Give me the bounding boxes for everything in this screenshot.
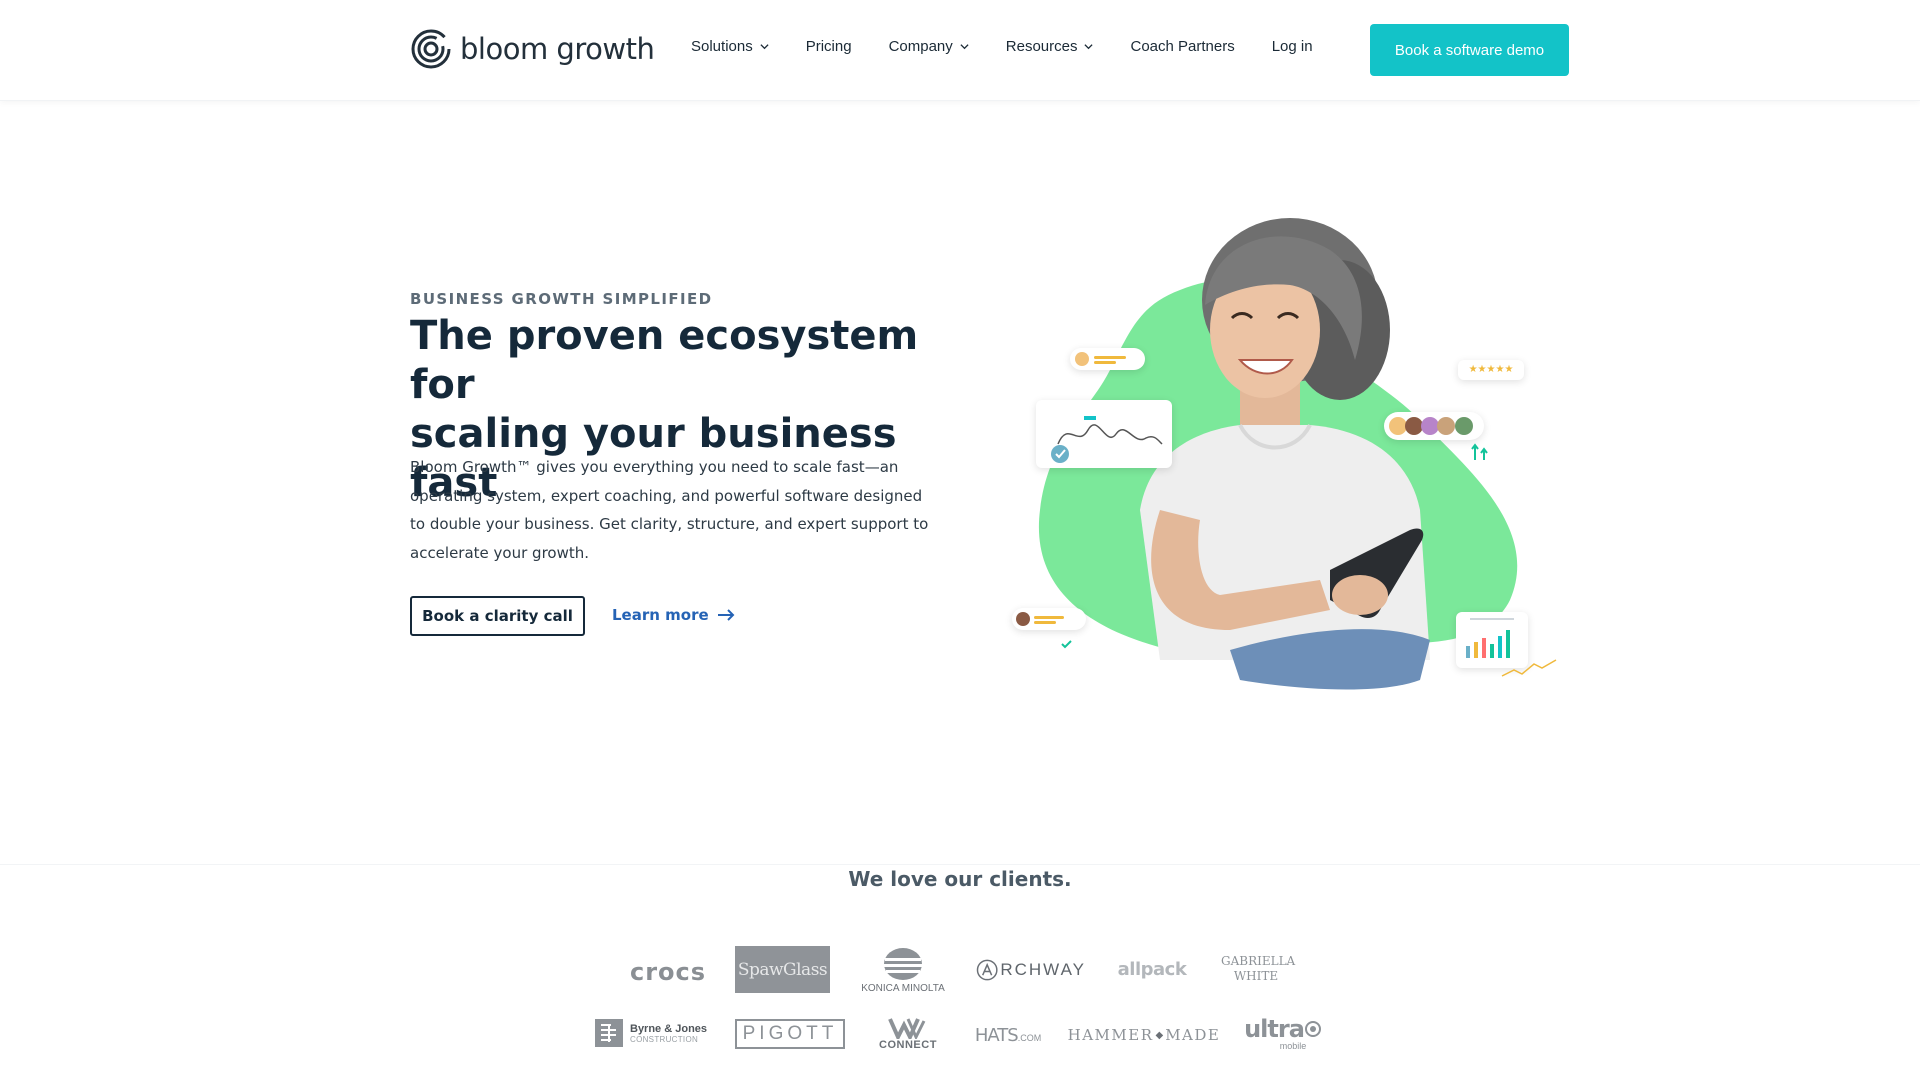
made-text: MADE [1165,1026,1221,1044]
trend-line-icon [1501,659,1557,677]
client-logo-hammer-made: HAMMER ◆ MADE [1068,1022,1219,1048]
site-header: bloom growth Solutions Pricing Company R… [0,0,1920,101]
main-nav: Solutions Pricing Company Resources Coac… [691,38,1313,55]
ultra-signal-icon [1304,1021,1321,1037]
team-avatars-icon [1389,417,1473,435]
byrne-jones-text: Byrne & Jones CONSTRUCTION [630,1023,707,1044]
rating-card: ★★★★★ [1458,360,1524,380]
client-logo-byrne-jones: Byrne & Jones CONSTRUCTION [594,1016,710,1050]
hero-description: Bloom Growth™ gives you everything you n… [410,458,929,562]
nav-log-in[interactable]: Log in [1272,38,1313,55]
book-software-demo-button[interactable]: Book a software demo [1370,24,1569,76]
avatar-icon [1016,612,1064,626]
client-logo-gabriella-white: GABRIELLA WHITE [1216,950,1296,988]
book-clarity-call-button[interactable]: Book a clarity call [410,596,585,636]
hats-logo-text: HATS [974,1024,1019,1046]
task-card-bottom [1012,608,1086,630]
logo-text: bloom growth [460,32,655,66]
allpack-logo-text: allpack [1117,958,1187,980]
konica-minolta-text: KONICA MINOLTA [861,982,945,994]
crocs-logo-text: crocs [629,958,707,986]
headline-line-1: The proven ecosystem for [410,313,919,408]
arrow-right-icon [717,609,735,621]
clients-heading: We love our clients. [848,867,1072,891]
nav-label: Solutions [691,38,753,55]
client-logo-ultra-mobile: ultra mobile [1240,1012,1326,1054]
nav-label: Log in [1271,38,1313,55]
nav-label: Company [888,38,953,55]
hammer-divider-icon: ◆ [1155,1029,1164,1041]
nav-label: Coach Partners [1130,38,1235,55]
nav-solutions[interactable]: Solutions [691,38,769,55]
hero-eyebrow: BUSINESS GROWTH SIMPLIFIED [410,290,713,308]
archway-a-icon [976,959,998,981]
checkmark-icon [1061,640,1072,649]
chevron-down-icon [760,44,769,50]
line-chart-card [1036,400,1172,468]
byrne-jones-sub: CONSTRUCTION [630,1034,699,1044]
mobile-text: mobile [1279,1041,1307,1051]
client-logo-w-connect: CONNECT [872,1014,944,1054]
client-logo-archway: RCHWAY [976,952,1086,988]
nav-company[interactable]: Company [889,38,969,55]
ultra-text: ultra [1244,1015,1305,1043]
nav-label: Pricing [805,38,852,55]
hats-com-text: .COM [1017,1033,1042,1043]
rating-stars: ★★★★★ [1468,364,1514,375]
gabriella-white-text: GABRIELLA WHITE [1221,954,1296,983]
pigott-logo-text: PIGOTT [742,1023,838,1044]
konica-globe-icon [884,947,922,980]
archway-logo-text: RCHWAY [1000,960,1086,979]
spawglass-logo-text: SpawGlass [737,959,828,980]
nav-resources[interactable]: Resources [1006,38,1094,55]
nav-coach-partners[interactable]: Coach Partners [1130,38,1234,55]
bloom-logo-icon [411,29,451,69]
client-logo-spawglass: SpawGlass [735,946,830,993]
w-connect-text: CONNECT [879,1039,937,1051]
client-logo-hats: HATS .COM [968,1020,1048,1050]
client-logo-pigott: PIGOTT [735,1019,845,1049]
learn-more-link[interactable]: Learn more [612,606,735,624]
byrne-jones-icon [595,1019,623,1047]
bloom-growth-logo[interactable]: bloom growth [410,28,655,70]
avatar-icon [1075,352,1126,366]
chevron-down-icon [1084,44,1094,50]
team-avatars-card [1384,412,1484,440]
learn-more-label: Learn more [612,606,709,624]
nav-label: Resources [1005,38,1078,55]
w-connect-icon [888,1018,926,1039]
byrne-jones-name: Byrne & Jones [630,1022,708,1035]
growth-arrows-icon [1471,443,1488,460]
client-logo-allpack: allpack [1112,954,1192,984]
client-logo-crocs: crocs [626,954,710,990]
nav-pricing[interactable]: Pricing [806,38,852,55]
progress-card-top [1070,348,1145,370]
hammer-text: HAMMER [1067,1026,1154,1044]
hero-illustration: ★★★★★ [1000,210,1580,700]
client-logo-konica-minolta: KONICA MINOLTA [858,944,948,996]
chevron-down-icon [960,44,969,50]
section-divider [0,864,1920,865]
trend-line-icon [1051,416,1163,463]
ultra-wordmark: ultra [1244,1015,1322,1043]
